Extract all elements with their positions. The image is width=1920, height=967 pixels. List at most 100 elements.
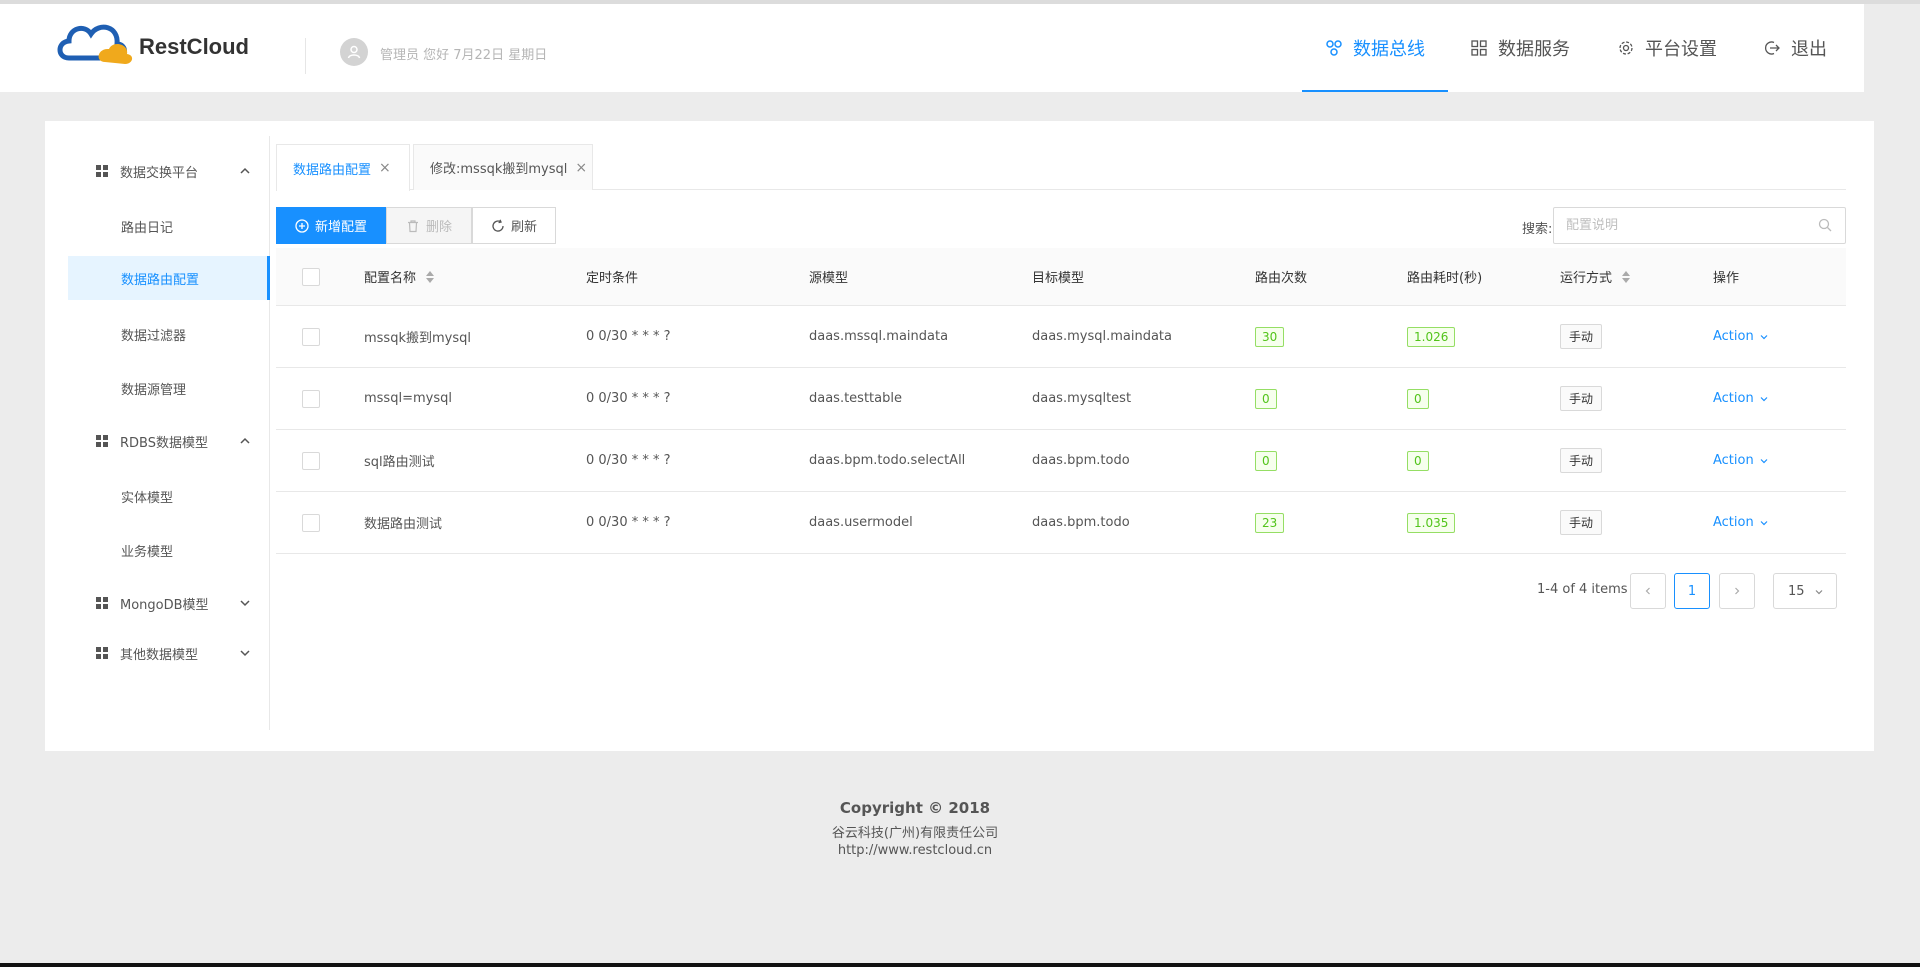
cell-count: 0 xyxy=(1255,368,1277,429)
grid-icon xyxy=(96,165,108,177)
time-badge: 0 xyxy=(1407,388,1429,409)
cell-count: 30 xyxy=(1255,306,1285,367)
sort-icon[interactable] xyxy=(1622,270,1631,283)
column-header-label: 运行方式 xyxy=(1560,271,1613,286)
sidebar-item-data-filter[interactable]: 数据过滤器 xyxy=(68,312,270,356)
refresh-label: 刷新 xyxy=(510,220,537,235)
add-config-label: 新增配置 xyxy=(314,220,367,235)
grid-icon xyxy=(96,435,108,447)
previous-page-button[interactable] xyxy=(1630,573,1666,609)
nav-logout[interactable]: 退出 xyxy=(1763,4,1827,92)
chevron-right-icon xyxy=(1735,587,1740,595)
user-icon xyxy=(347,45,361,59)
cell-action: Action xyxy=(1713,306,1769,367)
cell-count: 0 xyxy=(1255,430,1277,491)
nav-data-bus[interactable]: 数据总线 xyxy=(1302,4,1448,92)
mode-tag: 手动 xyxy=(1560,448,1603,473)
tab-bar: 数据路由配置 × 修改:mssqk搬到mysql × xyxy=(276,144,1846,191)
mode-tag: 手动 xyxy=(1560,386,1603,411)
route-config-table: 配置名称 定时条件 源模型 目标模型 路由次数 路由耗时(秒) 运行方式 操作 … xyxy=(276,248,1846,554)
logout-icon xyxy=(1763,39,1781,57)
pagination-total: 1-4 of 4 items xyxy=(1537,582,1628,597)
cell-action: Action xyxy=(1713,492,1769,553)
column-header-source: 源模型 xyxy=(809,271,849,286)
gear-icon xyxy=(1617,39,1635,57)
row-checkbox[interactable] xyxy=(302,389,320,408)
action-dropdown[interactable]: Action xyxy=(1713,453,1769,468)
select-all-checkbox[interactable] xyxy=(302,267,320,286)
cell-action: Action xyxy=(1713,368,1769,429)
top-header: RestCloud 管理员 您好 7月22日 星期日 数据总线 数据服务 平台设… xyxy=(0,4,1864,92)
footer-copyright: Copyright © 2018 xyxy=(839,799,991,817)
sidebar-group-label: 其他数据模型 xyxy=(120,647,199,663)
close-icon[interactable]: × xyxy=(575,160,587,176)
sidebar-group-other[interactable]: 其他数据模型 xyxy=(68,633,270,673)
column-header-count: 路由次数 xyxy=(1255,271,1308,286)
column-header-mode[interactable]: 运行方式 xyxy=(1560,248,1631,305)
add-config-button[interactable]: 新增配置 xyxy=(276,207,386,244)
sidebar-item-route-log[interactable]: 路由日记 xyxy=(68,204,270,248)
sidebar-item-business-model[interactable]: 业务模型 xyxy=(68,528,270,572)
column-header-name[interactable]: 配置名称 xyxy=(364,248,435,305)
apps-icon xyxy=(1470,39,1488,57)
tab-edit-config[interactable]: 修改:mssqk搬到mysql × xyxy=(413,144,593,190)
sidebar-item-datasource[interactable]: 数据源管理 xyxy=(68,366,270,410)
sidebar-group-rdbs[interactable]: RDBS数据模型 xyxy=(68,421,270,461)
tab-route-config[interactable]: 数据路由配置 × xyxy=(276,144,410,191)
nav-data-service[interactable]: 数据服务 xyxy=(1470,4,1570,92)
cell-schedule: 0 0/30 * * * ? xyxy=(586,453,671,468)
search-input[interactable] xyxy=(1553,207,1846,244)
next-page-button[interactable] xyxy=(1719,573,1755,609)
header-checkbox-cell xyxy=(302,248,320,305)
nav-platform-settings[interactable]: 平台设置 xyxy=(1617,4,1717,92)
chevron-left-icon xyxy=(1645,587,1650,595)
refresh-button[interactable]: 刷新 xyxy=(472,207,556,244)
header-divider xyxy=(305,38,306,74)
chevron-down-icon xyxy=(1760,334,1768,339)
sidebar: 数据交换平台 路由日记 数据路由配置 数据过滤器 数据源管理 RDBS数据模型 … xyxy=(68,136,270,730)
cell-time: 0 xyxy=(1407,430,1429,491)
sidebar-item-entity-model[interactable]: 实体模型 xyxy=(68,474,270,518)
cell-count: 23 xyxy=(1255,492,1285,553)
page-size-select[interactable]: 15 xyxy=(1773,573,1837,609)
time-badge: 1.035 xyxy=(1407,512,1456,533)
sort-icon[interactable] xyxy=(426,270,435,283)
row-checkbox[interactable] xyxy=(302,327,320,346)
action-dropdown[interactable]: Action xyxy=(1713,391,1769,406)
cluster-icon xyxy=(1325,39,1343,57)
search-icon[interactable] xyxy=(1818,218,1832,232)
row-checkbox[interactable] xyxy=(302,513,320,532)
cell-source: daas.testtable xyxy=(809,391,902,406)
tab-label: 数据路由配置 xyxy=(293,162,372,178)
cell-mode: 手动 xyxy=(1560,368,1603,429)
action-dropdown[interactable]: Action xyxy=(1713,515,1769,530)
chevron-down-icon xyxy=(240,650,250,657)
footer-company: 谷云科技(广州)有限责任公司 xyxy=(831,826,999,841)
close-icon[interactable]: × xyxy=(379,160,391,176)
page-button-current[interactable]: 1 xyxy=(1674,573,1710,609)
restcloud-logo-icon xyxy=(57,24,133,64)
cell-target: daas.bpm.todo xyxy=(1032,453,1130,468)
mode-tag: 手动 xyxy=(1560,510,1603,535)
count-badge: 30 xyxy=(1255,326,1285,347)
footer-url[interactable]: http://www.restcloud.cn xyxy=(0,843,1830,858)
row-checkbox[interactable] xyxy=(302,451,320,470)
delete-button[interactable]: 删除 xyxy=(386,207,472,244)
count-badge: 23 xyxy=(1255,512,1285,533)
sidebar-group-data-exchange[interactable]: 数据交换平台 xyxy=(68,151,270,191)
count-badge: 0 xyxy=(1255,388,1277,409)
action-label: Action xyxy=(1713,329,1754,344)
user-avatar[interactable] xyxy=(340,38,368,66)
action-dropdown[interactable]: Action xyxy=(1713,329,1769,344)
cell-target: daas.mysql.maindata xyxy=(1032,329,1172,344)
brand-name: RestCloud xyxy=(139,34,249,59)
nav-data-bus-label: 数据总线 xyxy=(1353,39,1425,60)
row-checkbox-cell xyxy=(302,368,320,429)
sidebar-group-label: RDBS数据模型 xyxy=(120,435,208,451)
chevron-down-icon xyxy=(1815,590,1823,595)
sidebar-group-mongodb[interactable]: MongoDB模型 xyxy=(68,583,270,623)
sidebar-item-route-config[interactable]: 数据路由配置 xyxy=(68,256,270,300)
row-checkbox-cell xyxy=(302,430,320,491)
cell-time: 1.026 xyxy=(1407,306,1456,367)
action-label: Action xyxy=(1713,515,1754,530)
